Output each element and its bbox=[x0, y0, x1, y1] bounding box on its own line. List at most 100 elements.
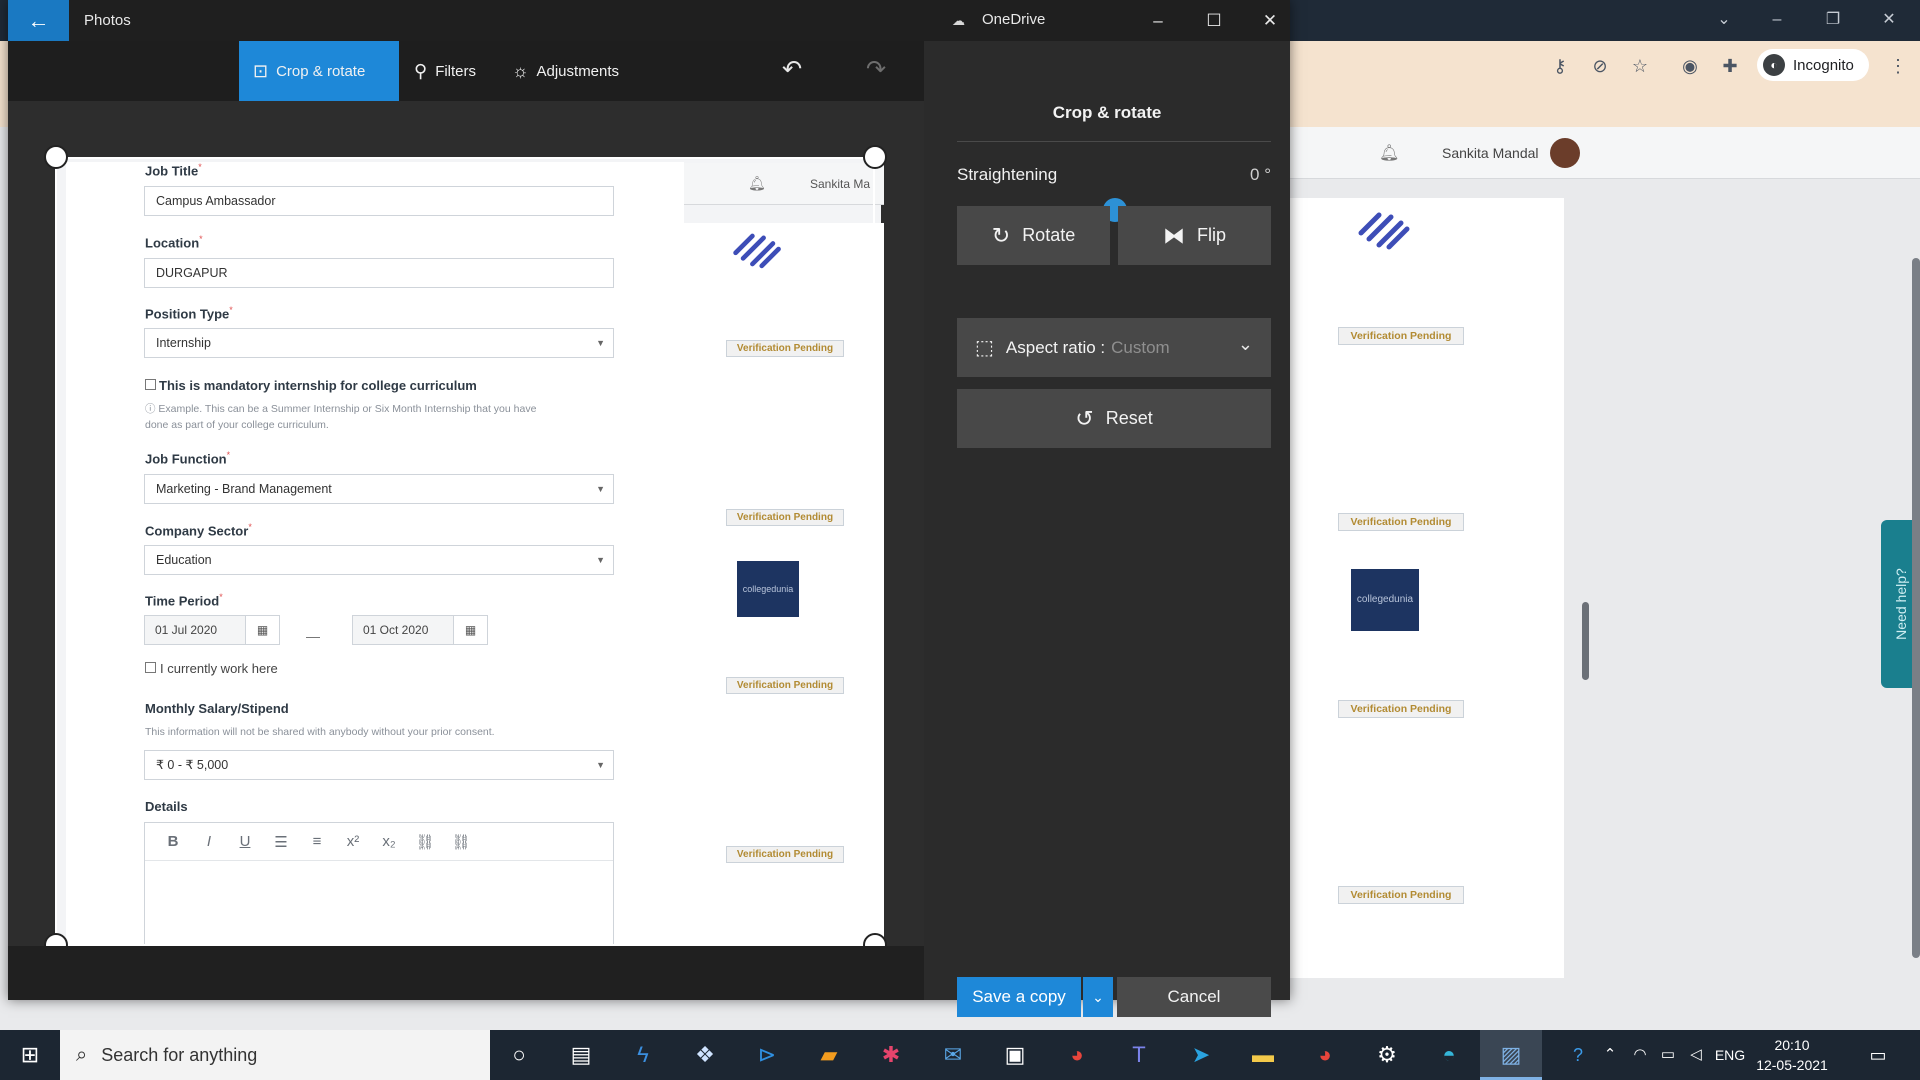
network-icon[interactable]: ◠ bbox=[1626, 1030, 1654, 1080]
store-icon[interactable]: ▣ bbox=[984, 1030, 1046, 1080]
help-icon[interactable]: ? bbox=[1560, 1030, 1596, 1080]
browser-close-icon[interactable]: ✕ bbox=[1869, 8, 1909, 32]
onedrive-label[interactable]: OneDrive bbox=[982, 11, 1045, 28]
straightening-label: Straightening bbox=[957, 165, 1058, 184]
tray-chevron-up-icon[interactable]: ⌃ bbox=[1596, 1030, 1624, 1080]
browser-scrollbar-thumb[interactable] bbox=[1912, 258, 1920, 958]
company-logo-icon bbox=[1358, 212, 1410, 250]
tab-filters[interactable]: ⚲ Filters bbox=[400, 41, 490, 101]
bell-icon[interactable]: 🔔︎ bbox=[1379, 143, 1399, 163]
status-badge: Verification Pending bbox=[1338, 700, 1464, 718]
title-bar bbox=[8, 0, 1290, 41]
taskbar-search-placeholder: Search for anything bbox=[101, 1044, 258, 1065]
flip-button[interactable]: ⧓ Flip bbox=[1118, 206, 1271, 265]
photos-window: ← Photos ☁ OneDrive – ☐ ✕ ⊡ Crop & rotat… bbox=[8, 0, 1290, 1017]
clock-date: 12-05-2021 bbox=[1756, 1057, 1828, 1073]
photos-app-icon[interactable]: ▨ bbox=[1480, 1030, 1542, 1080]
chrome-incognito-icon[interactable]: ◕ bbox=[1294, 1030, 1356, 1080]
crop-handle-top-right[interactable] bbox=[863, 145, 887, 169]
teams-icon[interactable]: T bbox=[1108, 1030, 1170, 1080]
aspect-ratio-dropdown[interactable]: ⬚ Aspect ratio : Custom ⌄ bbox=[957, 318, 1271, 377]
adjustments-icon: ☼ bbox=[512, 60, 529, 81]
rotate-button[interactable]: ↻ Rotate bbox=[957, 206, 1110, 265]
windows-taskbar: ⊞ ⌕ Search for anything ○ ▤ ϟ ❖ ⊳ ▰ ✱ ✉ … bbox=[0, 1030, 1920, 1080]
collegedunia-logo: collegedunia bbox=[1351, 569, 1419, 631]
chevron-down-icon: ⌄ bbox=[1237, 334, 1253, 354]
battery-icon[interactable]: ▭ bbox=[1654, 1030, 1682, 1080]
undo-icon[interactable]: ↶ bbox=[774, 52, 810, 88]
tab-crop-rotate-label: Crop & rotate bbox=[276, 62, 366, 80]
page-scrollbar-thumb[interactable] bbox=[1582, 602, 1589, 680]
windows-start-icon[interactable]: ⊞ bbox=[0, 1030, 60, 1080]
search-icon: ⌕ bbox=[76, 1043, 88, 1066]
save-options-chevron-icon[interactable]: ⌄ bbox=[1083, 977, 1113, 1017]
slack-icon[interactable]: ✱ bbox=[860, 1030, 922, 1080]
panel-divider bbox=[957, 141, 1271, 142]
incognito-label: Incognito bbox=[1793, 56, 1854, 74]
maximize-button[interactable]: ☐ bbox=[1186, 0, 1242, 41]
language-indicator[interactable]: ENG bbox=[1710, 1030, 1750, 1080]
straightening-value: 0 ° bbox=[1250, 165, 1271, 184]
notifications-icon[interactable]: ▭ bbox=[1858, 1030, 1898, 1080]
key-icon[interactable]: ⚷ bbox=[1548, 54, 1572, 78]
tab-adjustments-label: Adjustments bbox=[536, 62, 620, 80]
reset-button[interactable]: ↺ Reset bbox=[957, 389, 1271, 448]
incognito-badge[interactable]: ◐ Incognito bbox=[1757, 49, 1869, 81]
crop-frame[interactable] bbox=[55, 157, 875, 946]
tab-filters-label: Filters bbox=[435, 62, 477, 80]
minimize-button[interactable]: – bbox=[1130, 0, 1186, 41]
extension-icon[interactable]: ◉ bbox=[1678, 54, 1702, 78]
avatar[interactable] bbox=[1550, 138, 1580, 168]
mail-icon[interactable]: ✉ bbox=[922, 1030, 984, 1080]
puzzle-icon[interactable]: ✚ bbox=[1718, 54, 1742, 78]
tab-crop-rotate[interactable]: ⊡ Crop & rotate bbox=[239, 41, 399, 101]
status-badge: Verification Pending bbox=[1338, 327, 1464, 345]
cortana-icon[interactable]: ○ bbox=[488, 1030, 550, 1080]
aspect-ratio-label: Aspect ratio : bbox=[1005, 337, 1106, 357]
browser-restore-icon[interactable]: ❐ bbox=[1813, 8, 1853, 32]
aspect-ratio-icon: ⬚ bbox=[975, 337, 994, 359]
back-button[interactable]: ← bbox=[8, 0, 69, 41]
vscode-icon[interactable]: ⊳ bbox=[736, 1030, 798, 1080]
profile-name[interactable]: Sankita Mandal bbox=[1442, 145, 1539, 161]
azure-app-icon[interactable]: ϟ bbox=[612, 1030, 674, 1080]
need-help-label: Need help? bbox=[1892, 568, 1909, 640]
system-clock[interactable]: 20:10 12-05-2021 bbox=[1752, 1035, 1832, 1075]
redo-icon[interactable]: ↷ bbox=[858, 52, 894, 88]
canvas-bottom-strip bbox=[8, 946, 924, 1000]
flip-label: Flip bbox=[1196, 225, 1226, 245]
site-content-panel bbox=[1290, 198, 1564, 978]
crop-icon: ⊡ bbox=[253, 60, 269, 81]
tab-search-icon[interactable]: ⌄ bbox=[1704, 8, 1744, 32]
app-title: Photos bbox=[84, 12, 131, 29]
status-badge: Verification Pending bbox=[1338, 886, 1464, 904]
task-view-icon[interactable]: ▤ bbox=[550, 1030, 612, 1080]
rotate-icon: ↻ bbox=[991, 222, 1011, 248]
close-button[interactable]: ✕ bbox=[1242, 0, 1298, 41]
browser-minimize-icon[interactable]: – bbox=[1757, 8, 1797, 32]
edge-icon[interactable]: ◓ bbox=[1418, 1030, 1480, 1080]
crop-handle-top-left[interactable] bbox=[44, 145, 68, 169]
file-explorer-icon[interactable]: ▬ bbox=[1232, 1030, 1294, 1080]
sublime-icon[interactable]: ▰ bbox=[798, 1030, 860, 1080]
volume-icon[interactable]: ◁ bbox=[1682, 1030, 1710, 1080]
clock-time: 20:10 bbox=[1774, 1037, 1810, 1053]
eye-off-icon[interactable]: ⊘ bbox=[1588, 54, 1612, 78]
bookmark-star-icon[interactable]: ☆ bbox=[1628, 54, 1652, 78]
status-badge: Verification Pending bbox=[1338, 513, 1464, 531]
reset-label: Reset bbox=[1105, 408, 1153, 428]
save-copy-button[interactable]: Save a copy bbox=[957, 977, 1081, 1017]
chrome-icon[interactable]: ◕ bbox=[1046, 1030, 1108, 1080]
dropbox-icon[interactable]: ❖ bbox=[674, 1030, 736, 1080]
tab-adjustments[interactable]: ☼ Adjustments bbox=[498, 41, 633, 101]
telegram-icon[interactable]: ➤ bbox=[1170, 1030, 1232, 1080]
onedrive-icon: ☁ bbox=[952, 13, 965, 28]
taskbar-search-box[interactable]: ⌕ Search for anything bbox=[60, 1030, 490, 1080]
settings-icon[interactable]: ⚙ bbox=[1356, 1030, 1418, 1080]
crop-rotate-panel: Crop & rotate Straightening 0 ° ↻ Rotate… bbox=[924, 41, 1290, 1017]
site-header: 🔔︎ Sankita Mandal bbox=[1290, 127, 1920, 179]
flip-icon: ⧓ bbox=[1162, 222, 1185, 248]
cancel-button[interactable]: Cancel bbox=[1117, 977, 1271, 1017]
incognito-icon: ◐ bbox=[1763, 54, 1785, 76]
browser-menu-icon[interactable]: ⋮ bbox=[1886, 54, 1910, 78]
